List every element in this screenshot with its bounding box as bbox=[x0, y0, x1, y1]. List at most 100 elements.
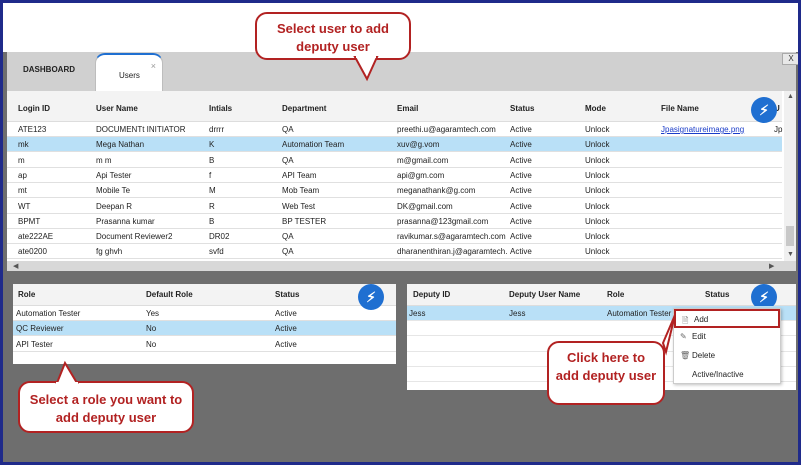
role-grid: Role Default Role Status ⚡︎ Automation T… bbox=[13, 284, 396, 364]
col-user-name[interactable]: User Name bbox=[96, 104, 138, 113]
deputy-cell: Jess bbox=[509, 309, 526, 318]
user-row[interactable]: mk Mega Nathan K Automation Team xuv@g.vom Ac… bbox=[7, 137, 782, 153]
role-grid-header: Role Default Role Status bbox=[13, 284, 396, 306]
role-row[interactable]: QC Reviewer No Active bbox=[13, 321, 396, 337]
user-cell: m m bbox=[96, 155, 112, 165]
user-cell: mk bbox=[18, 140, 29, 150]
scroll-right-icon[interactable]: ▶ bbox=[769, 262, 774, 270]
menu-item-add[interactable]: 🗎︎ Add bbox=[674, 309, 780, 328]
role-cell: QC Reviewer bbox=[16, 324, 64, 334]
menu-item-edit[interactable]: ✎ Edit bbox=[674, 328, 780, 347]
user-cell: BP TESTER bbox=[282, 216, 327, 226]
role-row[interactable]: Automation Tester Yes Active bbox=[13, 306, 396, 321]
col-deputy-role[interactable]: Role bbox=[607, 290, 624, 299]
user-cell: mt bbox=[18, 186, 27, 196]
user-cell: Unlock bbox=[585, 216, 610, 226]
user-cell: Mega Nathan bbox=[96, 140, 145, 150]
user-cell: DK@gmail.com bbox=[397, 201, 453, 211]
scroll-up-icon[interactable]: ▲ bbox=[787, 93, 794, 100]
users-horizontal-scrollbar[interactable]: ◀ ▶ bbox=[7, 261, 796, 271]
users-grid: Login ID User Name Intials Department Em… bbox=[7, 91, 796, 271]
user-cell: WT bbox=[18, 201, 31, 211]
menu-item-label: Edit bbox=[692, 332, 706, 341]
scroll-left-icon[interactable]: ◀ bbox=[13, 262, 18, 270]
user-cell: Unlock bbox=[585, 247, 610, 257]
tab-dashboard[interactable]: DASHBOARD bbox=[23, 65, 75, 74]
user-cell: Active bbox=[510, 170, 532, 180]
col-deputy-id[interactable]: Deputy ID bbox=[413, 290, 450, 299]
user-cell: Mobile Te bbox=[96, 186, 131, 196]
user-row[interactable]: ATE123 DOCUMENTt INITIATOR drrrr QA preethi.… bbox=[7, 122, 782, 137]
user-row[interactable]: m m m B QA m@gmail.com Active Unlock bbox=[7, 153, 782, 168]
user-cell: QA bbox=[282, 155, 294, 165]
user-cell: xuv@g.vom bbox=[397, 140, 440, 150]
user-cell: Active bbox=[510, 201, 532, 211]
user-row[interactable]: BPMT Prasanna kumar B BP TESTER prasanna@123… bbox=[7, 214, 782, 229]
user-cell: Unlock bbox=[585, 155, 610, 165]
deputy-grid-header: Deputy ID Deputy User Name Role Status bbox=[407, 284, 796, 306]
user-row[interactable]: ap Api Tester f API Team api@gm.com Active Unl… bbox=[7, 168, 782, 183]
user-row[interactable]: WT Deepan R R Web Test DK@gmail.com Active Unl… bbox=[7, 199, 782, 214]
lightning-icon[interactable]: ⚡︎ bbox=[751, 97, 777, 123]
user-cell: ate222AE bbox=[18, 232, 54, 242]
callout-tail bbox=[55, 360, 79, 386]
col-login-id[interactable]: Login ID bbox=[18, 104, 50, 113]
role-cell: No bbox=[146, 339, 157, 349]
user-cell: f bbox=[209, 170, 212, 180]
user-cell: BPMT bbox=[18, 216, 41, 226]
user-cell: ravikumar.s@agaramtech.com bbox=[397, 232, 506, 242]
col-department[interactable]: Department bbox=[282, 104, 326, 113]
app-window: DASHBOARD Users × X Login ID User Name I… bbox=[0, 0, 801, 465]
user-cell: Unlock bbox=[585, 170, 610, 180]
user-cell: ATE123 bbox=[18, 125, 47, 134]
user-row[interactable]: ate222AE Document Reviewer2 DR02 QA ravikuma… bbox=[7, 229, 782, 245]
users-vertical-scrollbar[interactable]: ▲ ▼ bbox=[784, 91, 796, 261]
role-cell: Active bbox=[275, 309, 297, 318]
role-cell: Automation Tester bbox=[16, 309, 81, 318]
callout-tail bbox=[661, 314, 676, 356]
user-cell: ate0200 bbox=[18, 247, 47, 257]
col-deputy-status[interactable]: Status bbox=[705, 290, 729, 299]
col-default-role[interactable]: Default Role bbox=[146, 290, 193, 299]
role-row[interactable]: API Tester No Active bbox=[13, 337, 396, 352]
col-deputy-user-name[interactable]: Deputy User Name bbox=[509, 290, 580, 299]
user-cell: Active bbox=[510, 125, 532, 134]
menu-item-label: Add bbox=[694, 315, 709, 324]
user-cell: fg ghvh bbox=[96, 247, 123, 257]
user-cell: M bbox=[209, 186, 216, 196]
scroll-down-icon[interactable]: ▼ bbox=[787, 251, 794, 258]
user-cell[interactable]: Jpasignatureimage.png bbox=[661, 125, 771, 134]
user-cell: Active bbox=[510, 155, 532, 165]
window-close-button[interactable]: X bbox=[782, 53, 798, 65]
user-cell: dharanenthiran.j@agaramtech.com bbox=[397, 247, 507, 257]
role-cell: API Tester bbox=[16, 339, 53, 349]
col-initials[interactable]: Intials bbox=[209, 104, 232, 113]
menu-item-active-inactive[interactable]: Active/Inactive bbox=[674, 366, 780, 385]
role-cell: Active bbox=[275, 324, 297, 334]
user-row[interactable]: ate0200 fg ghvh svfd QA dharanenthiran.j@aga… bbox=[7, 244, 782, 260]
user-cell: Deepan R bbox=[96, 201, 133, 211]
tab-close-icon[interactable]: × bbox=[151, 61, 156, 71]
user-cell: Unlock bbox=[585, 125, 610, 134]
scroll-thumb[interactable] bbox=[786, 226, 794, 246]
user-cell: Active bbox=[510, 140, 532, 150]
col-status[interactable]: Status bbox=[510, 104, 534, 113]
user-cell: m@gmail.com bbox=[397, 155, 449, 165]
menu-item-delete[interactable]: 🗑︎ Delete bbox=[674, 347, 780, 366]
col-role-status[interactable]: Status bbox=[275, 290, 299, 299]
user-cell: Api Tester bbox=[96, 170, 132, 180]
tab-users[interactable]: Users × bbox=[95, 53, 163, 93]
user-row[interactable]: mt Mobile Te M Mob Team meganathank@g.com Act… bbox=[7, 183, 782, 199]
context-menu: 🗎︎ Add ✎ Edit 🗑︎ Delete Active/Inactive bbox=[673, 308, 781, 384]
col-mode[interactable]: Mode bbox=[585, 104, 606, 113]
col-role[interactable]: Role bbox=[18, 290, 35, 299]
tab-users-label: Users bbox=[119, 71, 140, 80]
menu-item-label: Active/Inactive bbox=[692, 370, 744, 379]
user-cell: Web Test bbox=[282, 201, 316, 211]
callout-select-user: Select user to add deputy user bbox=[255, 12, 411, 60]
user-cell: Active bbox=[510, 232, 532, 242]
col-email[interactable]: Email bbox=[397, 104, 418, 113]
callout-select-role: Select a role you want to add deputy use… bbox=[18, 381, 194, 433]
user-cell: QA bbox=[282, 247, 294, 257]
col-file-name[interactable]: File Name bbox=[661, 104, 699, 113]
